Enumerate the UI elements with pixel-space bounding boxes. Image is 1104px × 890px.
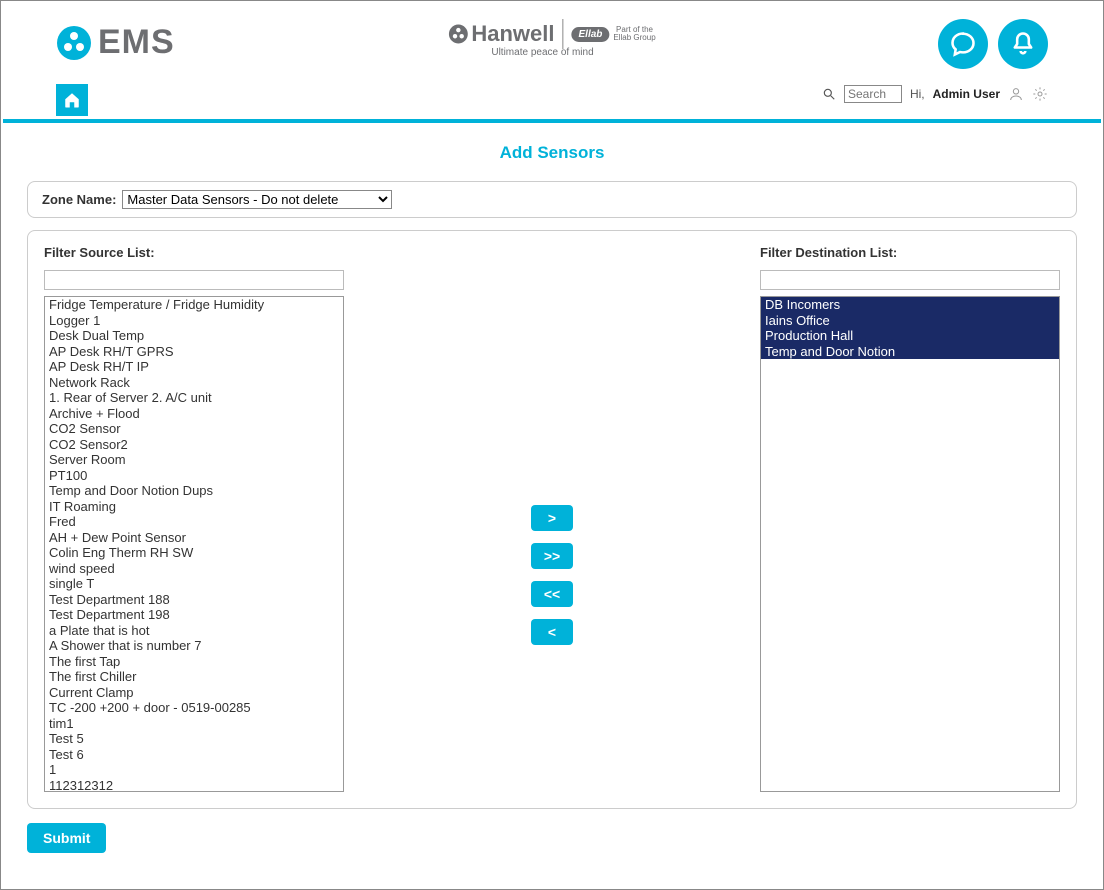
ems-logo: EMS: [56, 23, 175, 62]
list-item[interactable]: wind speed: [45, 561, 343, 577]
list-item[interactable]: The first Chiller: [45, 669, 343, 685]
list-item[interactable]: Colin Eng Therm RH SW: [45, 545, 343, 561]
hanwell-text: Hanwell: [471, 21, 554, 47]
greeting: Hi,: [910, 87, 925, 101]
app-frame: EMS Hanwell Ellab Part of the Ellab Grou…: [0, 0, 1104, 890]
header-icons: [938, 19, 1048, 69]
list-item[interactable]: Server Room: [45, 452, 343, 468]
submit-row: Submit: [1, 823, 1103, 853]
hanwell-logo: Hanwell Ellab Part of the Ellab Group Ul…: [448, 19, 655, 58]
list-item[interactable]: Desk Dual Temp: [45, 328, 343, 344]
toolbar: Hi, Admin User: [1, 81, 1103, 119]
gear-icon[interactable]: [1032, 86, 1048, 102]
home-icon: [63, 91, 81, 109]
list-item[interactable]: single T: [45, 576, 343, 592]
search-input[interactable]: [844, 85, 902, 103]
zone-label: Zone Name:: [42, 192, 116, 207]
zone-panel: Zone Name: Master Data Sensors - Do not …: [27, 181, 1077, 218]
list-item[interactable]: Test Department 198: [45, 607, 343, 623]
ems-icon: [56, 25, 92, 61]
page-title: Add Sensors: [1, 123, 1103, 181]
notifications-button[interactable]: [998, 19, 1048, 69]
list-item[interactable]: a Plate that is hot: [45, 623, 343, 639]
list-item[interactable]: AP Desk RH/T GPRS: [45, 344, 343, 360]
list-item[interactable]: Network Rack: [45, 375, 343, 391]
list-item[interactable]: DB Incomers: [761, 297, 1059, 313]
search-icon[interactable]: [822, 87, 836, 101]
dest-listbox[interactable]: DB IncomersIains OfficeProduction HallTe…: [760, 296, 1060, 792]
list-item[interactable]: Test 5: [45, 731, 343, 747]
user-name: Admin User: [933, 87, 1000, 101]
list-item[interactable]: CO2 Sensor2: [45, 437, 343, 453]
list-item[interactable]: PT100: [45, 468, 343, 484]
bell-icon: [1009, 30, 1037, 58]
dest-filter-input[interactable]: [760, 270, 1060, 290]
list-item[interactable]: Fridge Temperature / Fridge Humidity: [45, 297, 343, 313]
header: EMS Hanwell Ellab Part of the Ellab Grou…: [1, 1, 1103, 81]
list-item[interactable]: TC -200 +200 + door - 0519-00285: [45, 700, 343, 716]
list-item[interactable]: 1. Rear of Server 2. A/C unit: [45, 390, 343, 406]
submit-button[interactable]: Submit: [27, 823, 106, 853]
transfer-buttons: > >> << <: [344, 245, 760, 645]
chat-icon: [949, 30, 977, 58]
list-item[interactable]: Temp and Door Notion: [761, 344, 1059, 360]
hanwell-icon: [448, 24, 468, 44]
list-item[interactable]: Production Hall: [761, 328, 1059, 344]
list-item[interactable]: AP Desk RH/T IP: [45, 359, 343, 375]
move-left-button[interactable]: <: [531, 619, 573, 645]
list-item[interactable]: Logger 1: [45, 313, 343, 329]
dest-column: Filter Destination List: DB IncomersIain…: [760, 245, 1060, 792]
list-item[interactable]: IT Roaming: [45, 499, 343, 515]
ellab-sub: Part of the Ellab Group: [613, 26, 655, 42]
lists-panel: Filter Source List: Fridge Temperature /…: [27, 230, 1077, 809]
list-item[interactable]: Archive + Flood: [45, 406, 343, 422]
source-filter-input[interactable]: [44, 270, 344, 290]
move-all-left-button[interactable]: <<: [531, 581, 573, 607]
list-item[interactable]: Fred: [45, 514, 343, 530]
list-item[interactable]: Iains Office: [761, 313, 1059, 329]
toolbar-right: Hi, Admin User: [822, 85, 1048, 103]
home-button[interactable]: [56, 84, 88, 116]
user-icon[interactable]: [1008, 86, 1024, 102]
list-item[interactable]: Temp and Door Notion Dups: [45, 483, 343, 499]
list-item[interactable]: Test 6: [45, 747, 343, 763]
dest-label: Filter Destination List:: [760, 245, 1060, 260]
list-item[interactable]: CO2 Sensor: [45, 421, 343, 437]
move-right-button[interactable]: >: [531, 505, 573, 531]
list-item[interactable]: tim1: [45, 716, 343, 732]
list-item[interactable]: 112312312: [45, 778, 343, 793]
list-item[interactable]: The first Tap: [45, 654, 343, 670]
list-item[interactable]: Current Clamp: [45, 685, 343, 701]
source-listbox[interactable]: Fridge Temperature / Fridge HumidityLogg…: [44, 296, 344, 792]
move-all-right-button[interactable]: >>: [531, 543, 573, 569]
ellab-oval: Ellab: [571, 27, 609, 42]
list-item[interactable]: Test Department 188: [45, 592, 343, 608]
list-item[interactable]: AH + Dew Point Sensor: [45, 530, 343, 546]
zone-select[interactable]: Master Data Sensors - Do not delete: [122, 190, 392, 209]
source-label: Filter Source List:: [44, 245, 344, 260]
list-item[interactable]: 1: [45, 762, 343, 778]
chat-button[interactable]: [938, 19, 988, 69]
ellab-badge: Ellab Part of the Ellab Group: [562, 19, 655, 49]
source-column: Filter Source List: Fridge Temperature /…: [44, 245, 344, 792]
ems-text: EMS: [98, 23, 175, 62]
list-item[interactable]: A Shower that is number 7: [45, 638, 343, 654]
